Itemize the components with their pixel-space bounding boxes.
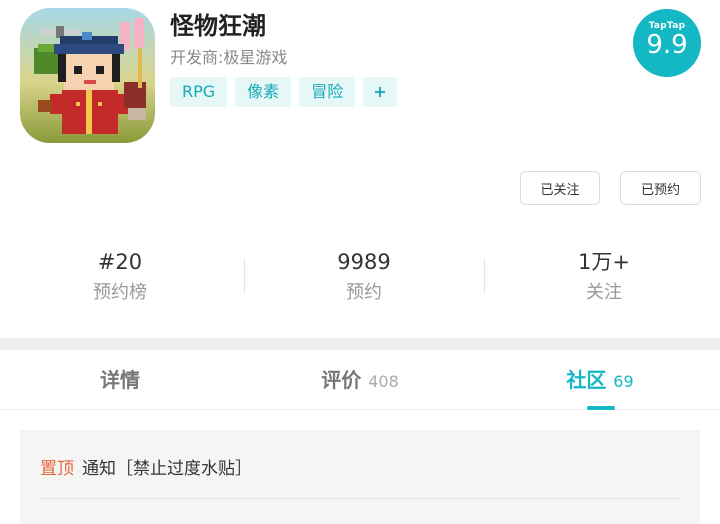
stat-label: 预约 [346, 282, 382, 303]
reserved-button[interactable]: 已预约 [620, 171, 701, 205]
stat-label: 关注 [586, 282, 622, 303]
pinned-label: 置顶 [40, 459, 74, 479]
game-title: 怪物狂潮 [170, 12, 266, 40]
section-separator [0, 338, 720, 350]
followed-button[interactable]: 已关注 [520, 171, 600, 205]
stat-reservation-rank[interactable]: #20 预约榜 [0, 248, 240, 308]
stat-label: 预约榜 [93, 282, 147, 303]
tag-list: RPG 像素 冒险 + [170, 77, 397, 107]
tab-reviews[interactable]: 评价 408 [240, 364, 480, 393]
stat-value: 9989 [337, 250, 391, 274]
tab-details[interactable]: 详情 [0, 364, 240, 393]
stat-reservations: 9989 预约 [244, 248, 484, 308]
tab-count: 69 [613, 372, 634, 391]
tab-label: 评价 [321, 368, 362, 392]
tag-rpg[interactable]: RPG [170, 77, 228, 107]
tag-pixel[interactable]: 像素 [235, 77, 292, 107]
rating-score: 9.9 [646, 30, 688, 60]
tab-label: 详情 [100, 368, 140, 392]
notice-row[interactable]: 置顶 通知［禁止过度水贴］ [40, 454, 252, 479]
notice-divider [40, 498, 680, 499]
developer-label[interactable]: 开发商:极星游戏 [170, 44, 287, 68]
pinned-notice-card[interactable]: 置顶 通知［禁止过度水贴］ [20, 430, 700, 524]
more-tags-button[interactable]: + [363, 77, 397, 107]
tab-community[interactable]: 社区 69 [480, 364, 720, 393]
tag-adventure[interactable]: 冒险 [299, 77, 356, 107]
game-icon[interactable] [20, 8, 155, 143]
stat-followers: 1万+ 关注 [484, 248, 720, 308]
active-tab-indicator [587, 406, 615, 410]
tab-count: 408 [368, 372, 399, 391]
stat-value: #20 [97, 250, 143, 274]
tab-bar: 详情 评价 408 社区 69 [0, 350, 720, 410]
tab-label: 社区 [566, 368, 607, 392]
stat-value: 1万+ [578, 250, 630, 274]
rating-badge[interactable]: TapTap 9.9 [633, 9, 701, 77]
notice-title: 通知［禁止过度水贴］ [82, 459, 252, 479]
pixel-character-icon [20, 8, 155, 143]
stats-row: #20 预约榜 9989 预约 1万+ 关注 [0, 248, 720, 308]
